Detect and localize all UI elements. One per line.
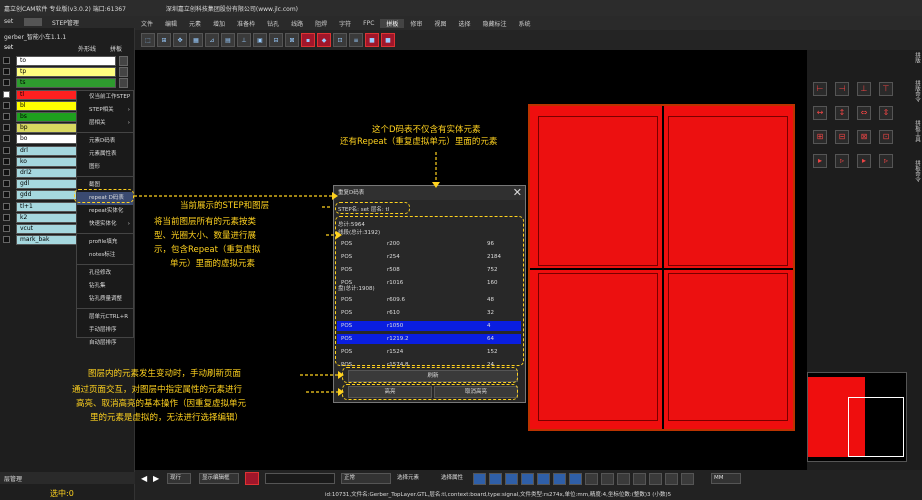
bottom-tool-icon[interactable] — [633, 473, 646, 485]
mode-select[interactable]: 现行 — [167, 473, 191, 484]
bottom-tool-icon[interactable] — [649, 473, 662, 485]
bottom-tool-group — [473, 473, 713, 486]
panel-tool-icon[interactable]: ⊟ — [835, 130, 849, 144]
next-icon[interactable]: ▶ — [153, 474, 163, 484]
annotation-10: 高亮、取消高亮的基本操作（因重复虚拟单元 — [76, 399, 247, 409]
select-element-toggle[interactable]: 选择元素 — [397, 473, 437, 484]
panel-tool-icon[interactable]: ⊣ — [835, 82, 849, 96]
show-edit-box[interactable]: 显示编辑框 — [199, 473, 239, 484]
arrow-menu-head — [332, 192, 338, 200]
side-label-1[interactable]: 拼版 — [911, 52, 920, 63]
bottom-tool-icon[interactable] — [521, 473, 534, 485]
arrow-highlight-head — [338, 388, 344, 396]
annotation-3: 当前展示的STEP和图层 — [180, 201, 270, 211]
annotation-6: 示，包含Repeat（重复虚拟 — [154, 245, 261, 255]
bottom-toolbar: ◀ ▶ 现行 显示编辑框 正常 选择元素 选择属性 MM id:10731,文件… — [135, 470, 922, 500]
fill-mode-select[interactable]: 正常 — [341, 473, 391, 484]
bottom-tool-icon[interactable] — [489, 473, 502, 485]
panel-tool-icon[interactable]: ⇕ — [879, 106, 893, 120]
panel-tool-icon[interactable]: ▹ — [879, 154, 893, 168]
bottom-tool-icon[interactable] — [585, 473, 598, 485]
bottom-tool-icon[interactable] — [473, 473, 486, 485]
annotation-arrows — [134, 152, 440, 396]
panel-tool-icon[interactable]: ▸ — [813, 154, 827, 168]
crosshair-icon[interactable] — [245, 472, 259, 485]
bottom-tool-icon[interactable] — [505, 473, 518, 485]
annotation-11: 里的元素是虚拟的，无法进行选择编辑） — [90, 413, 244, 423]
bottom-tool-icon[interactable] — [553, 473, 566, 485]
bottom-tool-icon[interactable] — [537, 473, 550, 485]
bottom-tool-icon[interactable] — [681, 473, 694, 485]
panel-tool-icon[interactable]: ↕ — [835, 106, 849, 120]
annotation-1: 这个D码表不仅含有实体元素 — [372, 125, 481, 135]
arrow-table-head — [336, 231, 342, 239]
panel-tool-icon[interactable]: ⇔ — [857, 106, 871, 120]
panel-tool-icon[interactable]: ⊡ — [879, 130, 893, 144]
side-label-2[interactable]: 拼版命令 — [911, 80, 920, 102]
panel-tool-icon[interactable]: ⊤ — [879, 82, 893, 96]
side-label-4[interactable]: 拼板命令 — [911, 160, 920, 182]
arrow-top-head — [432, 182, 440, 188]
command-input[interactable] — [265, 473, 335, 484]
annotation-4: 将当前图层所有的元素按类 — [154, 217, 257, 227]
right-tool-panel: ⊢ ⊣ ⊥ ⊤ ↔ ↕ ⇔ ⇕ ⊞ ⊟ ⊠ ⊡ ▸ ▹ ▸ ▹ 拼版 拼版命令 拼板工具 拼板命令 — [807, 50, 922, 470]
bottom-tool-icon[interactable] — [569, 473, 582, 485]
annotation-7: 单元）里面的虚拟元素 — [170, 259, 256, 269]
panel-tool-icon[interactable]: ⊞ — [813, 130, 827, 144]
annotation-8: 图层内的元素发生变动时，手动刷新页面 — [88, 369, 242, 379]
minimap[interactable] — [807, 372, 907, 462]
panel-tool-icon[interactable]: ▸ — [857, 154, 871, 168]
minimap-viewport[interactable] — [848, 397, 904, 457]
annotation-5: 型、光圈大小、数量进行展 — [154, 231, 257, 241]
arrow-refresh-head — [338, 371, 344, 379]
annotation-9: 通过页面交互，对图层中指定属性的元素进行 — [72, 385, 243, 395]
prev-icon[interactable]: ◀ — [141, 474, 151, 484]
panel-tool-icon[interactable]: ↔ — [813, 106, 827, 120]
panel-tool-icon[interactable]: ⊢ — [813, 82, 827, 96]
side-label-3[interactable]: 拼板工具 — [911, 120, 920, 142]
bottom-tool-icon[interactable] — [617, 473, 630, 485]
bottom-tool-icon[interactable] — [665, 473, 678, 485]
panel-tool-icon[interactable]: ▹ — [835, 154, 849, 168]
panel-tool-icon[interactable]: ⊥ — [857, 82, 871, 96]
status-text: id:10731,文件名:Gerber_TopLayer.GTL,层名:tl,c… — [325, 492, 672, 498]
units-select[interactable]: MM — [711, 473, 741, 484]
panel-tool-icon[interactable]: ⊠ — [857, 130, 871, 144]
status-bar: id:10731,文件名:Gerber_TopLayer.GTL,层名:tl,c… — [325, 490, 922, 500]
panel-tool-grid: ⊢ ⊣ ⊥ ⊤ ↔ ↕ ⇔ ⇕ ⊞ ⊟ ⊠ ⊡ ▸ ▹ ▸ ▹ — [813, 82, 903, 192]
annotation-2: 还有Repeat（重复虚拟单元）里面的元素 — [340, 137, 498, 147]
bottom-tool-icon[interactable] — [601, 473, 614, 485]
